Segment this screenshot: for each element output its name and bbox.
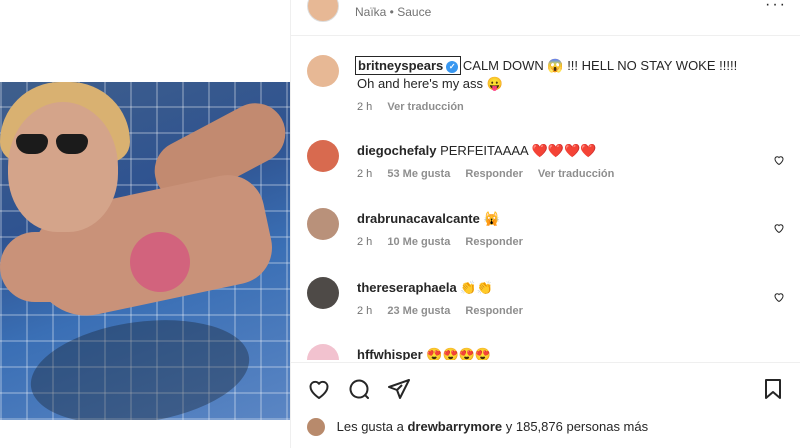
author-avatar[interactable] <box>307 0 339 22</box>
avatar[interactable] <box>307 277 339 309</box>
photo-arm <box>0 232 100 302</box>
post-panel: Naïka • Sauce ··· britneyspears ✓ CALM DO… <box>290 0 800 448</box>
avatar[interactable] <box>307 55 339 87</box>
verified-icon: ✓ <box>446 61 459 73</box>
likes-suffix[interactable]: y 185,876 personas más <box>506 419 648 434</box>
likes-prefix: Les gusta a <box>336 419 404 434</box>
heart-icon[interactable] <box>773 222 787 236</box>
more-icon[interactable]: ··· <box>765 0 787 14</box>
caption-time: 2 h <box>357 101 373 113</box>
audio-subtitle[interactable]: Naïka • Sauce <box>355 5 431 19</box>
caption-line1: CALM DOWN 😱 !!! HELL NO STAY WOKE !!!!! <box>462 58 738 73</box>
comment-meta: 2 h 53 Me gusta Responder Ver traducción <box>357 168 626 180</box>
caption-content: britneyspears ✓ CALM DOWN 😱 !!! HELL NO S… <box>354 56 777 93</box>
bookmark-icon[interactable] <box>761 377 785 401</box>
likes-summary: Les gusta a drewbarrymore y 185,876 pers… <box>307 418 648 442</box>
comment-text: 👏👏 <box>460 280 493 295</box>
comment-text: 🙀 <box>483 211 500 226</box>
comment-time: 2 h <box>357 168 373 180</box>
caption-meta: 2 h Ver traducción <box>357 101 476 113</box>
heart-icon[interactable] <box>773 291 787 305</box>
comment-username[interactable]: drabrunacavalcante <box>357 211 480 226</box>
heart-icon[interactable] <box>773 154 787 168</box>
post-actions <box>291 362 800 414</box>
caption-line2: Oh and here's my ass 😛 <box>357 76 503 91</box>
comment-content: drabrunacavalcante 🙀 <box>357 210 777 228</box>
caption-translate-link[interactable]: Ver traducción <box>387 101 463 113</box>
caption-username-text: britneyspears <box>358 58 444 73</box>
comment-time: 2 h <box>357 236 373 248</box>
photo-face <box>8 102 118 232</box>
comment-username[interactable]: hffwhisper <box>357 347 423 360</box>
comment-username[interactable]: thereseraphaela <box>357 280 457 295</box>
comment-content: hffwhisper 😍😍😍😍 <box>357 346 777 360</box>
comment-username[interactable]: diegochefaly <box>357 143 436 158</box>
photo-sunglasses <box>16 134 90 156</box>
avatar[interactable] <box>307 344 339 360</box>
avatar[interactable] <box>307 140 339 172</box>
post-photo[interactable] <box>0 82 290 420</box>
post-header: Naïka • Sauce ··· <box>291 0 800 36</box>
comment-time: 2 h <box>357 305 373 317</box>
translate-link[interactable]: Ver traducción <box>538 168 614 180</box>
caption-username[interactable]: britneyspears ✓ <box>354 56 462 75</box>
likes-user[interactable]: drewbarrymore <box>407 419 502 434</box>
avatar[interactable] <box>307 418 325 436</box>
reply-button[interactable]: Responder <box>465 305 522 317</box>
comment-meta: 2 h 23 Me gusta Responder <box>357 305 535 317</box>
comment-likes[interactable]: 53 Me gusta <box>387 168 450 180</box>
heart-icon[interactable] <box>773 358 787 360</box>
comment-content: diegochefaly PERFEITAAAA ❤️❤️❤️❤️ <box>357 142 777 160</box>
photo-shadow <box>24 307 256 420</box>
comment-icon[interactable] <box>347 377 371 401</box>
comments-list: britneyspears ✓ CALM DOWN 😱 !!! HELL NO S… <box>291 37 800 360</box>
comment-content: thereseraphaela 👏👏 <box>357 279 777 297</box>
reply-button[interactable]: Responder <box>465 236 522 248</box>
reply-button[interactable]: Responder <box>465 168 522 180</box>
comment-text: 😍😍😍😍 <box>426 347 492 360</box>
comment-meta: 2 h 10 Me gusta Responder <box>357 236 535 248</box>
share-icon[interactable] <box>387 377 411 401</box>
post-media-area <box>0 0 290 448</box>
comment-likes[interactable]: 23 Me gusta <box>387 305 450 317</box>
comment-text: PERFEITAAAA ❤️❤️❤️❤️ <box>440 143 597 158</box>
comment-likes[interactable]: 10 Me gusta <box>387 236 450 248</box>
avatar[interactable] <box>307 208 339 240</box>
heart-icon[interactable] <box>307 377 331 401</box>
